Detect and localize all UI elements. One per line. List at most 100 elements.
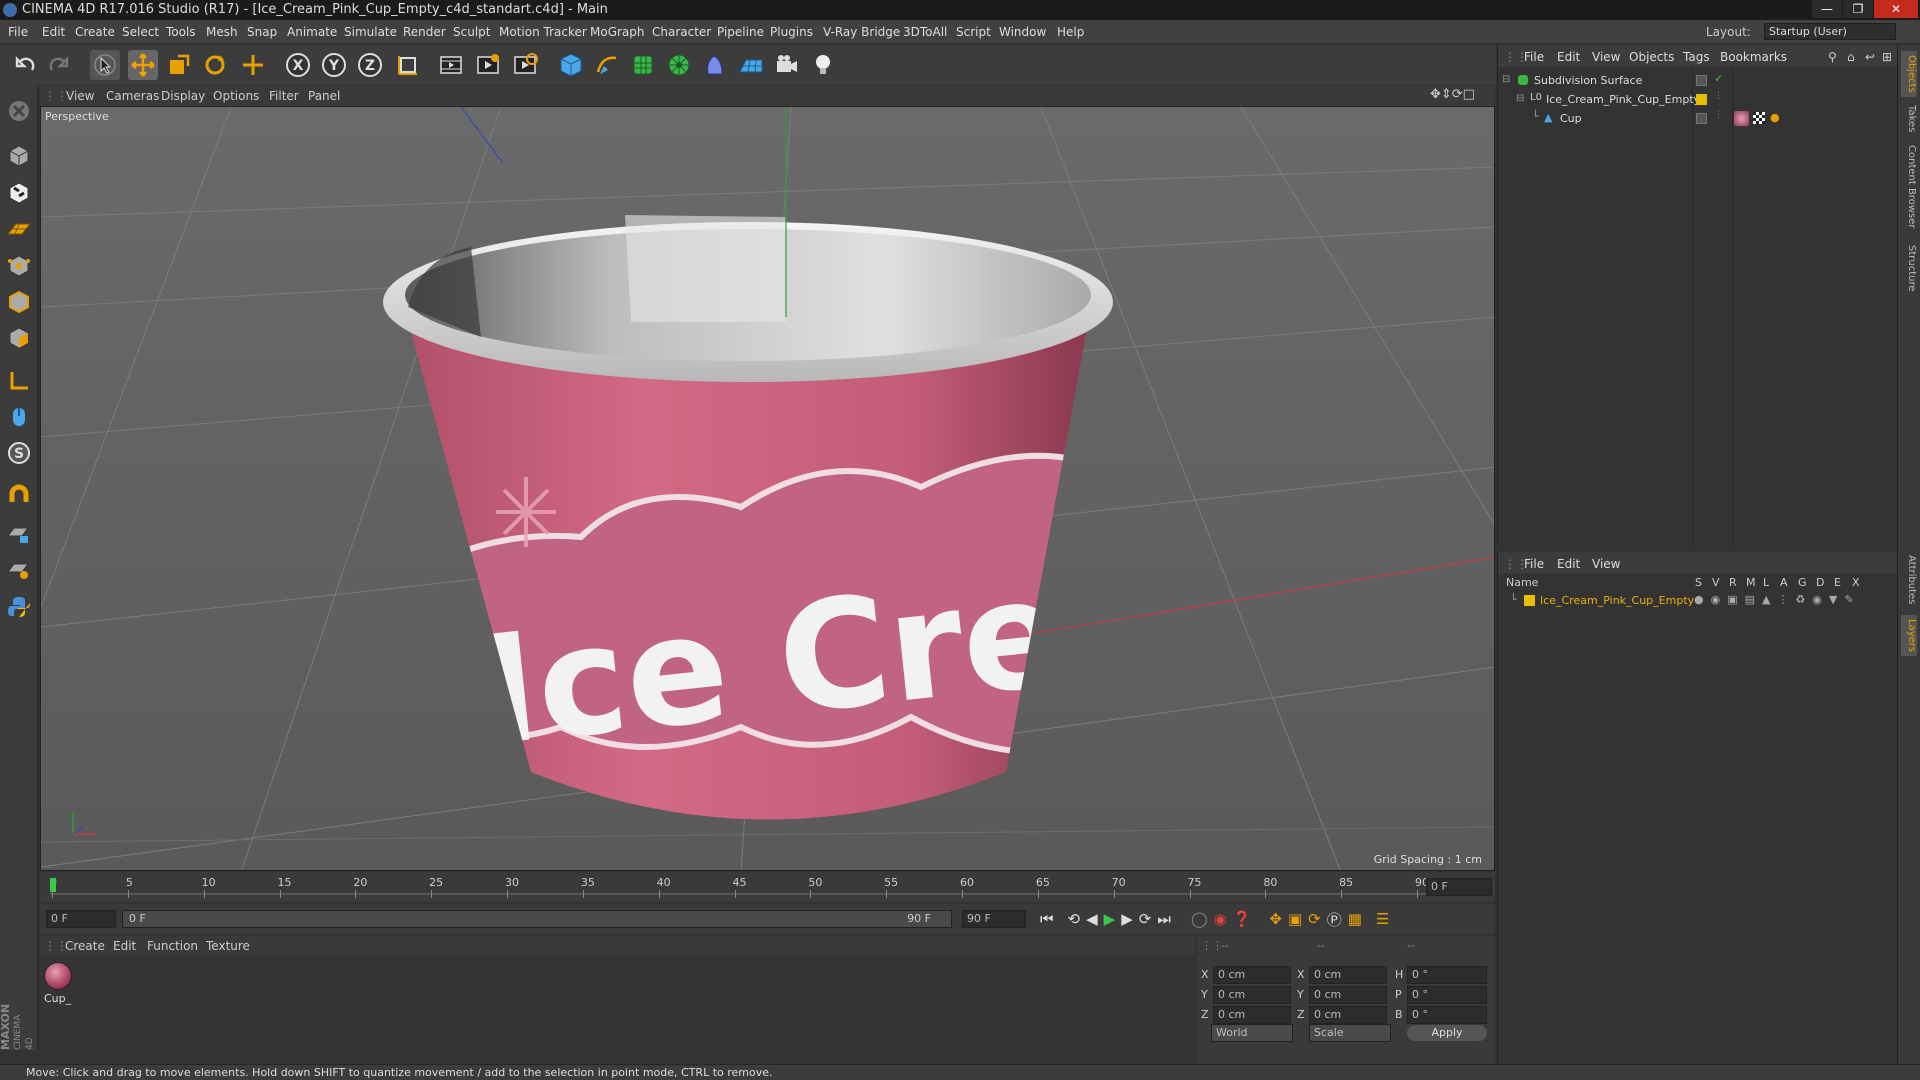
viewport-menu-display[interactable]: Display [161, 89, 205, 103]
layer-color-swatch[interactable] [1524, 595, 1535, 606]
material-tag-icon[interactable] [1734, 111, 1749, 126]
menu-create[interactable]: Create [75, 25, 115, 39]
render-view-icon[interactable] [436, 50, 466, 80]
range-slider[interactable]: 0 F 90 F [122, 910, 952, 928]
layer-toggle-icon[interactable] [1696, 75, 1707, 86]
menu-window[interactable]: Window [999, 25, 1046, 39]
select-arrow-icon[interactable] [90, 50, 120, 80]
layer-menu-file[interactable]: File [1524, 557, 1544, 571]
render-picture-viewer-icon[interactable] [473, 50, 503, 80]
play-icon[interactable]: ▶ [1104, 910, 1116, 928]
object-row-subdivision-surface[interactable]: ⊟ Subdivision Surface ✓ [1498, 72, 1898, 91]
menu-3dtoall[interactable]: 3DToAll [903, 25, 947, 39]
enable-axis-icon[interactable] [3, 365, 35, 397]
obj-search-icon[interactable]: ⚲ [1828, 50, 1837, 64]
obj-menu-objects[interactable]: Objects [1629, 50, 1674, 64]
transform-tool-icon[interactable] [238, 50, 268, 80]
menu-vray-bridge[interactable]: V-Ray Bridge [823, 25, 900, 39]
tab-attributes[interactable]: Attributes [1901, 555, 1917, 604]
menu-character[interactable]: Character [652, 25, 711, 39]
menu-render[interactable]: Render [403, 25, 446, 39]
layer-col-d[interactable]: D [1816, 576, 1824, 589]
tab-takes[interactable]: Takes [1901, 105, 1917, 132]
layer-col-r[interactable]: R [1729, 576, 1737, 589]
layout-select[interactable]: Startup (User) [1764, 23, 1896, 40]
viewport-menu-view[interactable]: View [66, 89, 94, 103]
coord-mode-select[interactable]: Scale [1309, 1024, 1391, 1042]
apply-button[interactable]: Apply [1407, 1025, 1487, 1041]
menu-script[interactable]: Script [956, 25, 991, 39]
render-settings-icon[interactable] [510, 50, 540, 80]
menu-animate[interactable]: Animate [287, 25, 337, 39]
menu-pipeline[interactable]: Pipeline [717, 25, 764, 39]
obj-menu-edit[interactable]: Edit [1557, 50, 1580, 64]
planar-workplane-icon[interactable] [3, 553, 35, 585]
menu-simulate[interactable]: Simulate [344, 25, 397, 39]
coord-value-field[interactable]: 0 ° [1407, 1006, 1487, 1024]
layer-menu-edit[interactable]: Edit [1557, 557, 1580, 571]
object-name[interactable]: Ice_Cream_Pink_Cup_Empty [1546, 93, 1700, 106]
coord-value-field[interactable]: 0 cm [1213, 1006, 1291, 1024]
timeline-ruler[interactable]: 051015202530354045505560657075808590 0 F [40, 872, 1495, 902]
subdivision-surface-icon[interactable] [628, 50, 658, 80]
coord-value-field[interactable]: 0 cm [1309, 1006, 1387, 1024]
obj-new-view-icon[interactable]: ⊞ [1882, 50, 1892, 64]
viewport-menu-options[interactable]: Options [213, 89, 259, 103]
coord-value-field[interactable]: 0 cm [1213, 966, 1291, 984]
playhead[interactable] [50, 878, 56, 892]
menu-edit[interactable]: Edit [42, 25, 65, 39]
material-menu-function[interactable]: Function [147, 939, 198, 953]
object-row-cup[interactable]: └ ▲ Cup ⋮ ● [1498, 110, 1898, 129]
menu-file[interactable]: File [8, 25, 28, 39]
key-parameter-icon[interactable]: Ⓟ [1327, 909, 1342, 930]
light-icon[interactable] [808, 50, 838, 80]
undo-icon[interactable] [10, 50, 40, 80]
coord-value-field[interactable]: 0 ° [1407, 966, 1487, 984]
object-name[interactable]: Subdivision Surface [1534, 74, 1642, 87]
viewport-menu-panel[interactable]: Panel [308, 89, 340, 103]
texture-mode-icon[interactable] [3, 177, 35, 209]
record-keys-icon[interactable]: ◯ [1191, 910, 1208, 928]
coordinate-system-icon[interactable] [393, 50, 423, 80]
snap-icon[interactable]: S [3, 437, 35, 469]
coord-value-field[interactable]: 0 cm [1309, 986, 1387, 1004]
layer-col-g[interactable]: G [1798, 576, 1807, 589]
menu-tools[interactable]: Tools [166, 25, 196, 39]
keyframe-selection-icon[interactable]: ❓ [1233, 910, 1252, 928]
obj-menu-file[interactable]: File [1524, 50, 1544, 64]
viewport-nav-icons[interactable]: ✥⇕⟳□ [1430, 87, 1475, 102]
magnet-icon[interactable] [3, 479, 35, 511]
key-scale-icon[interactable]: ▣ [1288, 910, 1302, 928]
coord-value-field[interactable]: 0 cm [1309, 966, 1387, 984]
camera-icon[interactable] [772, 50, 802, 80]
coord-value-field[interactable]: 0 cm [1213, 986, 1291, 1004]
z-axis-lock-icon[interactable]: Z [355, 50, 385, 80]
go-to-end-icon[interactable]: ⏭ [1157, 910, 1171, 928]
floor-icon[interactable] [736, 50, 766, 80]
key-pla-icon[interactable]: ▦ [1348, 910, 1362, 928]
workplane-icon[interactable] [3, 213, 35, 245]
collapse-icon[interactable]: ⊟ [1502, 74, 1510, 85]
3d-viewport[interactable]: Ice Cre Perspective Grid Spacing : 1 cm [40, 106, 1495, 871]
restore-button[interactable]: ❐ [1843, 0, 1873, 18]
menu-mograph[interactable]: MoGraph [590, 25, 645, 39]
menu-motion-tracker[interactable]: Motion Tracker [499, 25, 587, 39]
tweak-mode-icon[interactable] [3, 401, 35, 433]
cube-primitive-icon[interactable] [556, 50, 586, 80]
key-rotation-icon[interactable]: ⟳ [1308, 910, 1321, 928]
menu-sculpt[interactable]: Sculpt [453, 25, 490, 39]
visibility-dots-icon[interactable]: ⋮ [1714, 91, 1723, 101]
coord-space-select[interactable]: World [1211, 1024, 1293, 1042]
make-editable-icon[interactable] [3, 95, 35, 127]
scale-tool-icon[interactable] [164, 50, 194, 80]
visibility-dots-icon[interactable]: ⋮ [1714, 110, 1723, 120]
viewport-menu-filter[interactable]: Filter [269, 89, 299, 103]
autokey-icon[interactable]: ◉ [1214, 910, 1227, 928]
obj-menu-view[interactable]: View [1592, 50, 1620, 64]
obj-menu-tags[interactable]: Tags [1683, 50, 1710, 64]
layer-toggle-icon[interactable] [1696, 113, 1707, 124]
rotate-tool-icon[interactable] [200, 50, 230, 80]
obj-menu-bookmarks[interactable]: Bookmarks [1720, 50, 1787, 64]
object-name[interactable]: Cup [1560, 112, 1582, 125]
previous-frame-icon[interactable]: ◀ [1086, 910, 1098, 928]
